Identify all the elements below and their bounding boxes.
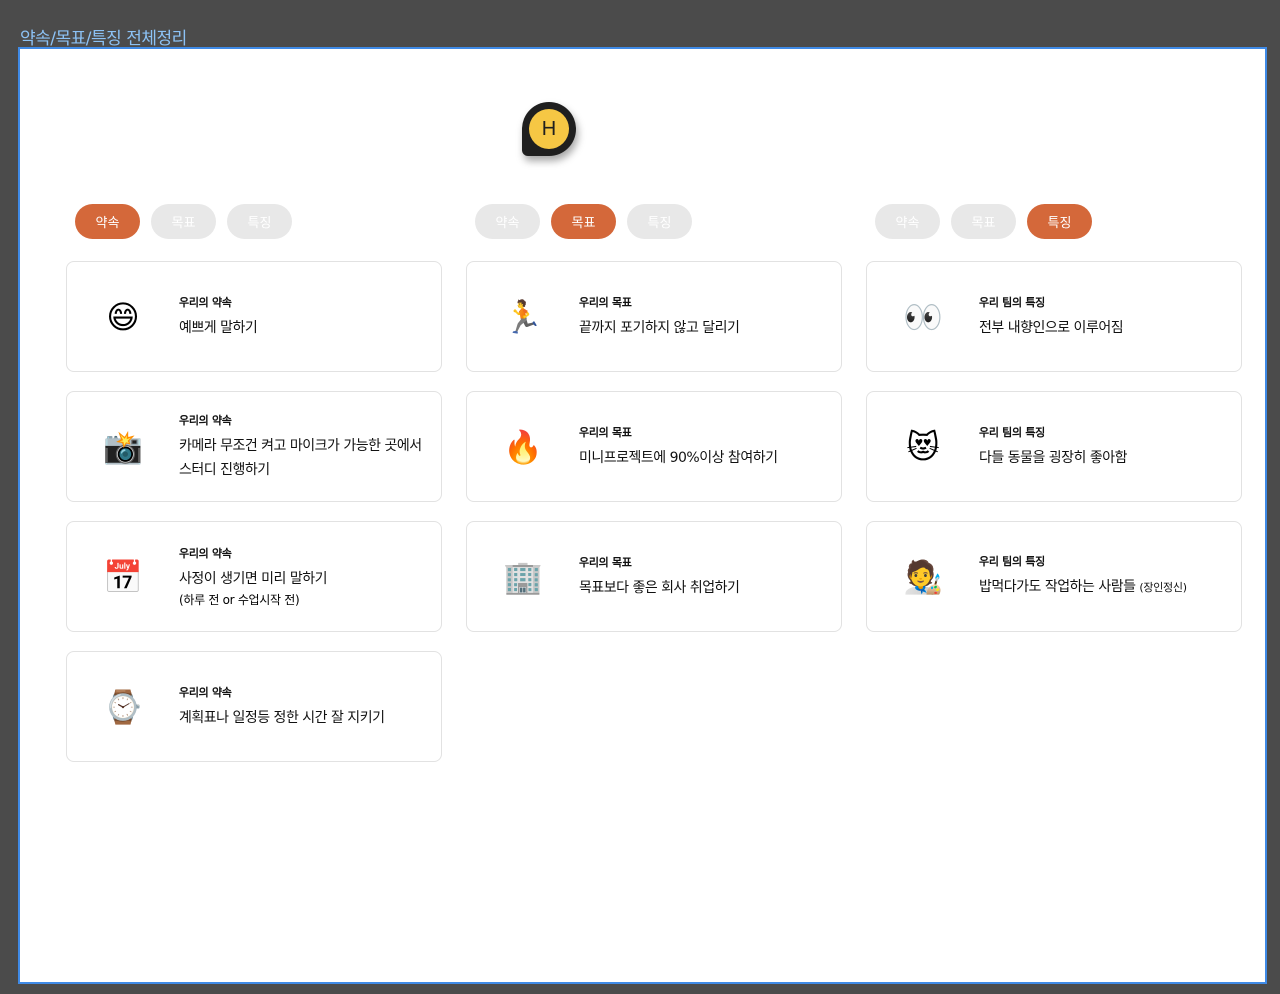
card-note: (장인정신) bbox=[1139, 581, 1187, 594]
card-text: 전부 내향인으로 이루어짐 bbox=[979, 319, 1124, 336]
column-feature: 약속 목표 특징 👀 우리 팀의 특징 전부 내향인으로 이루어짐 😻 우리 팀… bbox=[866, 204, 1246, 651]
card-text: 사정이 생기면 미리 말하기 bbox=[179, 570, 328, 587]
camera-flash-icon: 📸 bbox=[103, 427, 143, 466]
promise-card: 📸 우리의 약속 카메라 무조건 켜고 마이크가 가능한 곳에서 스터디 진행하… bbox=[66, 391, 442, 502]
card-label: 우리의 약속 bbox=[179, 685, 232, 699]
frame-title: 약속/목표/특징 전체정리 bbox=[20, 29, 187, 49]
card-text: 카메라 무조건 켜고 마이크가 가능한 곳에서 스터디 진행하기 bbox=[179, 437, 422, 478]
running-person-icon: 🏃 bbox=[503, 297, 543, 336]
logo-letter: H bbox=[529, 109, 569, 149]
feature-card: 👀 우리 팀의 특징 전부 내향인으로 이루어짐 bbox=[866, 261, 1242, 372]
card-note: (하루 전 or 수업시작 전) bbox=[179, 592, 300, 607]
eyes-icon: 👀 bbox=[903, 297, 943, 336]
card-text: 목표보다 좋은 회사 취업하기 bbox=[579, 579, 740, 596]
card-label: 우리 팀의 특징 bbox=[979, 555, 1045, 568]
tab-bar: 약속 목표 특징 bbox=[75, 204, 446, 240]
goal-card: 🏃 우리의 목표 끝까지 포기하지 않고 달리기 bbox=[466, 261, 842, 372]
goal-card: 🔥 우리의 목표 미니프로젝트에 90%이상 참여하기 bbox=[466, 391, 842, 502]
feature-card: 😻 우리 팀의 특징 다들 동물을 굉장히 좋아함 bbox=[866, 391, 1242, 502]
tab-bar: 약속 목표 특징 bbox=[875, 204, 1246, 240]
watch-icon: ⌚ bbox=[103, 687, 143, 726]
card-list: 👀 우리 팀의 특징 전부 내향인으로 이루어짐 😻 우리 팀의 특징 다들 동… bbox=[866, 261, 1246, 632]
heart-eyes-cat-icon: 😻 bbox=[906, 427, 940, 466]
tab-promise[interactable]: 약속 bbox=[475, 204, 540, 239]
card-text: 미니프로젝트에 90%이상 참여하기 bbox=[579, 449, 778, 466]
tab-feature[interactable]: 특징 bbox=[227, 204, 292, 239]
column-goal: 약속 목표 특징 🏃 우리의 목표 끝까지 포기하지 않고 달리기 🔥 우리의 … bbox=[466, 204, 846, 651]
calendar-icon: 📅 bbox=[103, 557, 143, 596]
artist-icon: 🧑‍🎨 bbox=[903, 557, 943, 596]
tab-goal[interactable]: 목표 bbox=[951, 204, 1016, 239]
office-building-icon: 🏢 bbox=[503, 557, 543, 596]
card-label: 우리의 약속 bbox=[179, 546, 232, 560]
tab-goal[interactable]: 목표 bbox=[151, 204, 216, 239]
goal-card: 🏢 우리의 목표 목표보다 좋은 회사 취업하기 bbox=[466, 521, 842, 632]
grinning-face-icon: 😄 bbox=[106, 297, 140, 336]
tab-promise[interactable]: 약속 bbox=[75, 204, 140, 239]
card-list: 😄 우리의 약속 예쁘게 말하기 📸 우리의 약속 카메라 무조건 켜고 마이크… bbox=[66, 261, 446, 762]
promise-card: 📅 우리의 약속 사정이 생기면 미리 말하기 (하루 전 or 수업시작 전) bbox=[66, 521, 442, 632]
main-frame: H 약속 목표 특징 😄 우리의 약속 예쁘게 말하기 📸 우리의 약속 카메라… bbox=[18, 47, 1267, 984]
card-text: 끝까지 포기하지 않고 달리기 bbox=[579, 319, 740, 336]
promise-card: ⌚ 우리의 약속 계획표나 일정등 정한 시간 잘 지키기 bbox=[66, 651, 442, 762]
card-label: 우리의 약속 bbox=[179, 413, 232, 427]
card-text: 계획표나 일정등 정한 시간 잘 지키기 bbox=[179, 709, 385, 726]
card-text: 밥먹다가도 작업하는 사람들 (장인정신) bbox=[979, 575, 1223, 600]
card-text: 예쁘게 말하기 bbox=[179, 319, 258, 336]
tab-promise[interactable]: 약속 bbox=[875, 204, 940, 239]
card-label: 우리의 목표 bbox=[579, 555, 632, 569]
logo-badge: H bbox=[522, 102, 576, 156]
promise-card: 😄 우리의 약속 예쁘게 말하기 bbox=[66, 261, 442, 372]
card-text: 다들 동물을 굉장히 좋아함 bbox=[979, 449, 1128, 466]
card-main-text: 밥먹다가도 작업하는 사람들 bbox=[979, 579, 1136, 595]
tab-goal[interactable]: 목표 bbox=[551, 204, 616, 239]
feature-card: 🧑‍🎨 우리 팀의 특징 밥먹다가도 작업하는 사람들 (장인정신) bbox=[866, 521, 1242, 632]
card-label: 우리의 목표 bbox=[579, 295, 632, 309]
tab-feature[interactable]: 특징 bbox=[1027, 204, 1092, 239]
card-label: 우리의 목표 bbox=[579, 425, 632, 439]
tab-bar: 약속 목표 특징 bbox=[475, 204, 846, 240]
card-label: 우리의 약속 bbox=[179, 295, 232, 309]
card-label: 우리 팀의 특징 bbox=[979, 295, 1045, 309]
tab-feature[interactable]: 특징 bbox=[627, 204, 692, 239]
card-list: 🏃 우리의 목표 끝까지 포기하지 않고 달리기 🔥 우리의 목표 미니프로젝트… bbox=[466, 261, 846, 632]
card-label: 우리 팀의 특징 bbox=[979, 425, 1045, 439]
fire-icon: 🔥 bbox=[503, 427, 543, 466]
column-promise: 약속 목표 특징 😄 우리의 약속 예쁘게 말하기 📸 우리의 약속 카메라 무… bbox=[66, 204, 446, 781]
